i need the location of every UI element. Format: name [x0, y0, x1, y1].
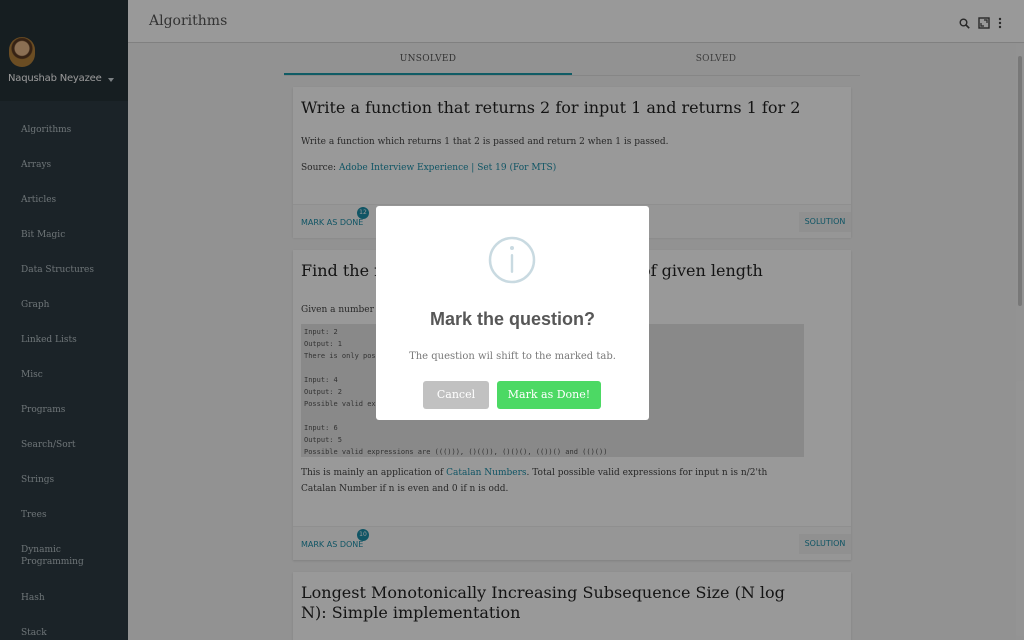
dialog-message: The question wil shift to the marked tab…: [409, 351, 616, 362]
dialog-title: Mark the question?: [429, 309, 595, 329]
cancel-button[interactable]: Cancel: [423, 381, 489, 409]
confirm-dialog: Mark the question? The question wil shif…: [376, 206, 649, 420]
info-icon: [488, 229, 536, 290]
mark-as-done-confirm-button[interactable]: Mark as Done!: [497, 381, 601, 409]
